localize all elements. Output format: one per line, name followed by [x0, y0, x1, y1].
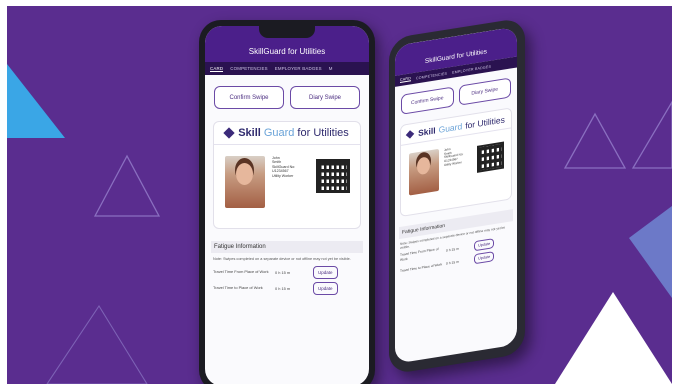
diary-swipe-button[interactable]: Diary Swipe: [458, 77, 511, 106]
tab-card[interactable]: CARD: [400, 76, 411, 84]
id-card: Skill Guard for Utilities John Smith Skil…: [213, 121, 361, 229]
fatigue-note: Note: Swipes completed on a separate dev…: [213, 257, 351, 261]
diamond-logo-icon: [405, 129, 415, 139]
tab-employer-badges[interactable]: EMPLOYER BADGES: [275, 66, 322, 71]
update-button[interactable]: Update: [313, 281, 338, 295]
confirm-swipe-button[interactable]: Confirm Swipe: [214, 86, 284, 109]
phone-back-screen: SkillGuard for Utilities CARD COMPETENCI…: [395, 26, 517, 364]
outline-triangle-edge-icon: [631, 100, 672, 169]
profile-photo: [225, 156, 265, 208]
phone-back: SkillGuard for Utilities CARD COMPETENCI…: [389, 17, 525, 375]
outline-triangle-left-icon: [93, 154, 161, 217]
brand-logo: Skill Guard for Utilities: [214, 122, 360, 145]
diamond-logo-icon: [223, 127, 235, 139]
phone-front-screen: SkillGuard for Utilities CARD COMPETENCI…: [205, 26, 369, 384]
outline-triangle-bottom-icon: [46, 304, 148, 384]
qr-code-icon: [477, 141, 504, 173]
diary-swipe-button[interactable]: Diary Swipe: [290, 86, 360, 109]
travel-from-row: Travel Time From Place of Work 0 h 15 m …: [213, 265, 361, 279]
fatigue-title: Fatigue Information: [211, 241, 363, 253]
update-button[interactable]: Update: [474, 251, 495, 265]
phone-front: SkillGuard for Utilities CARD COMPETENCI…: [199, 20, 375, 384]
id-card: Skill Guard for Utilities John Smith Skil…: [400, 107, 512, 218]
tab-competencies[interactable]: COMPETENCIES: [230, 66, 268, 71]
lavender-triangle-icon: [629, 206, 672, 298]
outline-triangle-right-icon: [563, 112, 627, 169]
update-button[interactable]: Update: [474, 238, 495, 252]
promo-background: SkillGuard for Utilities CARD COMPETENCI…: [7, 6, 672, 384]
tab-card[interactable]: CARD: [210, 66, 224, 72]
white-triangle-icon: [555, 292, 672, 384]
phone-notch: [259, 26, 315, 38]
blue-triangle-icon: [7, 64, 65, 138]
tab-more[interactable]: M: [329, 66, 333, 71]
profile-photo: [409, 148, 439, 196]
app-title: SkillGuard for Utilities: [248, 47, 326, 56]
confirm-swipe-button[interactable]: Confirm Swipe: [401, 86, 454, 115]
qr-code-icon: [316, 159, 350, 193]
travel-to-row: Travel Time to Place of Work 0 h 15 m Up…: [213, 281, 361, 295]
update-button[interactable]: Update: [313, 265, 338, 279]
card-details: John Smith SkillGuard No: U1234567 Utili…: [272, 156, 296, 178]
card-details: John Smith SkillGuard No: U1234567 Utili…: [444, 147, 464, 167]
tab-bar: CARD COMPETENCIES EMPLOYER BADGES M: [205, 62, 369, 75]
